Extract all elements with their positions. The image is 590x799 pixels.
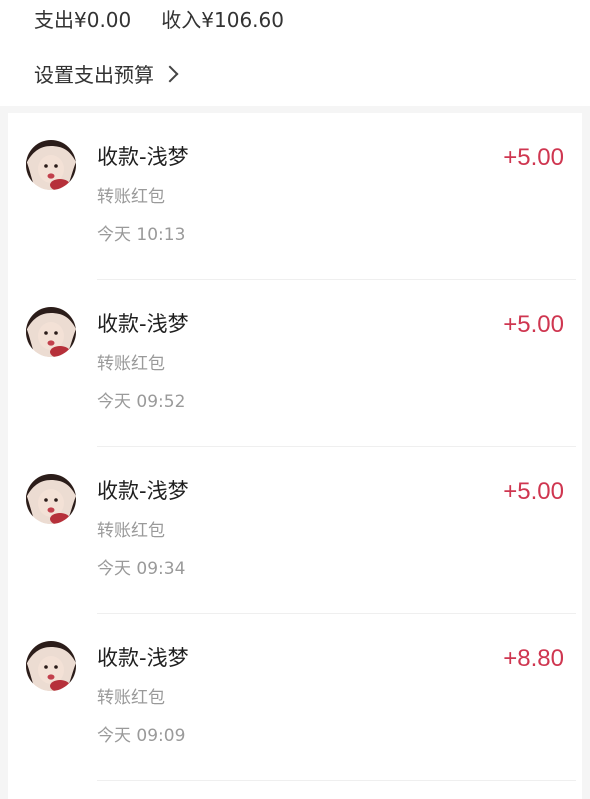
transaction-subtitle: 转账红包	[97, 354, 165, 374]
transaction-subtitle: 转账红包	[97, 521, 165, 541]
transaction-amount: +5.00	[503, 311, 564, 338]
transaction-amount: +5.00	[503, 478, 564, 505]
set-budget-link[interactable]: 设置支出预算	[34, 62, 179, 88]
row-divider	[97, 780, 576, 781]
transaction-row[interactable]: 收款-浅梦 转账红包 今天 09:52 +5.00	[8, 280, 582, 447]
transaction-row[interactable]: 收款-浅梦 转账红包 今天 10:13 +5.00	[8, 113, 582, 280]
transaction-time: 今天 09:52	[97, 392, 186, 412]
expense-value: ¥0.00	[74, 8, 132, 32]
set-budget-label: 设置支出预算	[34, 63, 154, 87]
transaction-row[interactable]: 收款-浅梦 转账红包 今天 09:34 +5.00	[8, 447, 582, 614]
avatar	[26, 307, 76, 357]
transaction-subtitle: 转账红包	[97, 688, 165, 708]
transaction-subtitle: 转账红包	[97, 187, 165, 207]
avatar	[26, 140, 76, 190]
expense-label: 支出	[34, 8, 74, 32]
transaction-amount: +8.80	[503, 645, 564, 672]
totals-line: 支出¥0.00 收入¥106.60	[34, 7, 284, 33]
transaction-title: 收款-浅梦	[97, 479, 189, 503]
avatar	[26, 474, 76, 524]
income-value: ¥106.60	[201, 8, 284, 32]
summary-panel: 支出¥0.00 收入¥106.60 设置支出预算	[0, 0, 590, 106]
chevron-right-icon	[161, 65, 179, 83]
transaction-row[interactable]: 收款-浅梦 转账红包 今天 09:09 +8.80	[8, 614, 582, 781]
transaction-time: 今天 09:09	[97, 726, 186, 746]
transaction-time: 今天 10:13	[97, 225, 186, 245]
income-label: 收入	[161, 8, 202, 32]
transaction-amount: +5.00	[503, 144, 564, 171]
transaction-list: 收款-浅梦 转账红包 今天 10:13 +5.00 收款-浅梦 转账红包 今天 …	[8, 113, 582, 799]
transaction-title: 收款-浅梦	[97, 646, 189, 670]
avatar	[26, 641, 76, 691]
transaction-title: 收款-浅梦	[97, 145, 189, 169]
transaction-title: 收款-浅梦	[97, 312, 189, 336]
transaction-time: 今天 09:34	[97, 559, 186, 579]
